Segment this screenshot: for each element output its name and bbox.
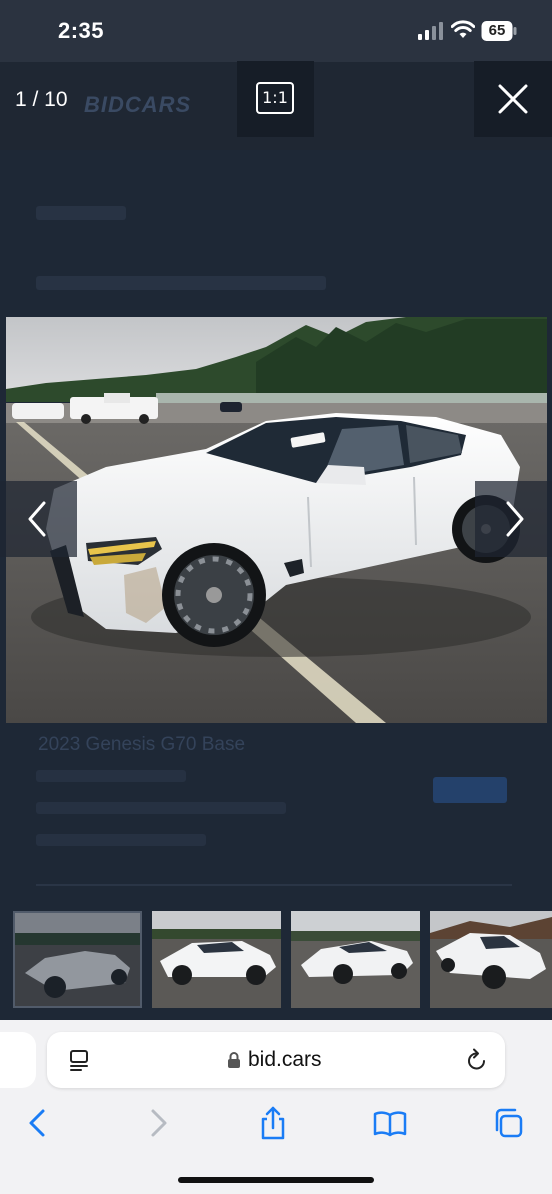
main-photo[interactable] bbox=[6, 317, 547, 723]
actual-size-button[interactable]: 1:1 bbox=[237, 61, 314, 137]
thumbnail-2[interactable] bbox=[152, 911, 281, 1008]
reload-icon[interactable] bbox=[465, 1047, 489, 1073]
close-button[interactable] bbox=[474, 61, 552, 137]
previous-tab-pill[interactable] bbox=[0, 1032, 36, 1088]
chevron-right-icon bbox=[506, 501, 524, 537]
back-icon[interactable] bbox=[21, 1106, 55, 1140]
thumbnail-3[interactable] bbox=[291, 911, 420, 1008]
url-text: bid.cars bbox=[248, 1048, 322, 1071]
bookmarks-icon[interactable] bbox=[373, 1106, 407, 1140]
image-counter: 1 / 10 bbox=[15, 88, 68, 111]
wifi-icon bbox=[451, 20, 475, 38]
background-logo: BIDCARS bbox=[84, 92, 192, 117]
home-indicator bbox=[178, 1177, 374, 1183]
previous-image-button[interactable] bbox=[0, 481, 77, 557]
reader-icon[interactable] bbox=[67, 1048, 91, 1072]
status-time: 2:35 bbox=[58, 18, 105, 43]
background-button bbox=[433, 777, 507, 803]
tabs-icon[interactable] bbox=[491, 1106, 525, 1140]
share-icon[interactable] bbox=[256, 1106, 290, 1140]
lock-icon bbox=[228, 1052, 240, 1068]
address-bar[interactable]: bid.cars bbox=[47, 1032, 505, 1088]
thumbnail-strip bbox=[0, 904, 552, 1016]
battery-icon: 65 bbox=[481, 20, 517, 42]
forward-icon[interactable] bbox=[141, 1106, 175, 1140]
battery-level: 65 bbox=[488, 22, 506, 39]
close-icon bbox=[498, 84, 528, 114]
background-listing-title: 2023 Genesis G70 Base bbox=[38, 734, 246, 755]
chevron-left-icon bbox=[28, 501, 46, 537]
thumbnail-4[interactable] bbox=[430, 911, 552, 1008]
thumbnail-1[interactable] bbox=[13, 911, 142, 1008]
next-image-button[interactable] bbox=[475, 481, 552, 557]
cellular-signal-icon bbox=[418, 22, 443, 40]
actual-size-label: 1:1 bbox=[256, 82, 294, 114]
background-card-edge bbox=[36, 884, 512, 886]
